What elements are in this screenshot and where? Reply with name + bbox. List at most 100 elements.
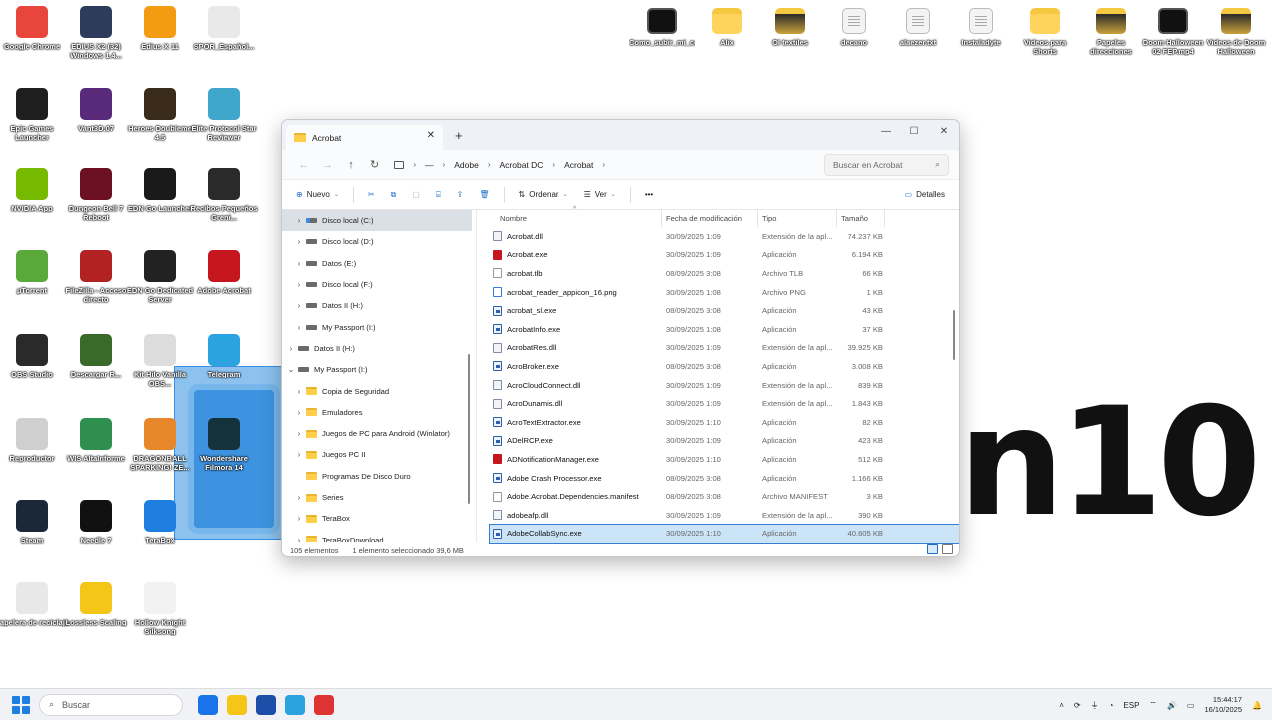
details-view-toggle[interactable] <box>927 544 938 554</box>
chevron-right-icon[interactable]: › <box>292 280 306 289</box>
chevron-right-icon[interactable]: › <box>292 514 306 523</box>
desktop-shortcut[interactable]: Recibos Pequeños Greni... <box>186 166 262 238</box>
breadcrumb-item[interactable]: Acrobat DC <box>499 160 543 170</box>
nav-item[interactable]: › Datos II (H:) <box>282 338 472 359</box>
file-row[interactable]: Acrobat.dll 30/09/2025 1:09 Extensión de l… <box>490 227 959 246</box>
file-row[interactable]: AdobeCollabSync.exe 30/09/2025 1:10 Aplica… <box>489 523 959 545</box>
taskbar-app-icon[interactable] <box>227 694 247 715</box>
chevron-right-icon[interactable]: › <box>292 237 306 246</box>
file-row[interactable]: AcrobatRes.dll 30/09/2025 1:09 Extensión d… <box>490 339 959 358</box>
chevron-right-icon[interactable]: › <box>292 450 306 459</box>
nav-item[interactable]: › Datos (E:) <box>282 253 472 274</box>
nav-item[interactable]: › Juegos PC II <box>282 444 472 465</box>
tiles-view-toggle[interactable] <box>942 544 953 554</box>
taskbar-app-icon[interactable] <box>285 694 305 715</box>
file-row[interactable]: AcroDunamis.dll 30/09/2025 1:09 Extensión … <box>490 394 959 413</box>
desktop-shortcut[interactable]: Doom Halloween 02 FEP.mp4 <box>1140 4 1206 76</box>
desktop-shortcut[interactable]: Como_subir_mi_contenido_sin_cobr <box>629 4 695 76</box>
desktop-shortcut[interactable]: Hollow Knight Silksong <box>122 580 198 652</box>
chevron-right-icon[interactable]: › <box>292 408 306 417</box>
file-row[interactable]: ADelRCP.exe 30/09/2025 1:09 Aplicación 423 … <box>490 432 959 451</box>
file-row[interactable]: Acrobat.exe 30/09/2025 1:09 Aplicación 6.19… <box>490 246 959 265</box>
desktop-shortcut[interactable]: Videos de Doom Halloween <box>1203 4 1269 76</box>
details-button[interactable]: ▭ Detalles <box>899 184 951 206</box>
file-row[interactable]: AcrobatInfo.exe 30/09/2025 1:08 Aplicación… <box>490 320 959 339</box>
taskbar-app-icon[interactable] <box>256 694 276 715</box>
nav-item[interactable]: › TeraBoxDownload <box>282 529 472 542</box>
taskbar-search-input[interactable]: ⌕ Buscar <box>39 693 183 716</box>
chevron-down-icon[interactable]: ⌄ <box>284 365 298 374</box>
desktop-shortcut[interactable]: Videos para Shorts <box>1012 4 1078 76</box>
nav-item[interactable]: › Datos II (H:) <box>282 295 472 316</box>
desktop-shortcut[interactable]: Elite Protocol Star Reviewer <box>186 86 262 158</box>
file-row[interactable]: acrobat.tlb 08/09/2025 3:08 Archivo TLB 66 … <box>490 264 959 283</box>
desktop-shortcut[interactable]: Instaladyte <box>948 4 1014 76</box>
nav-item[interactable]: ⌄ My Passport (I:) <box>282 359 472 380</box>
refresh-button[interactable]: ↻ <box>363 158 387 171</box>
file-row[interactable]: Adobe Crash Processor.exe 08/09/2025 3:08… <box>490 469 959 488</box>
list-scrollbar[interactable] <box>953 310 955 360</box>
paste-button[interactable]: ▢ <box>406 184 426 206</box>
breadcrumb-item[interactable]: Acrobat <box>564 160 593 170</box>
tab-close-icon[interactable]: ✕ <box>427 130 435 141</box>
desktop-shortcut[interactable]: Telegram <box>186 332 262 404</box>
sync-icon[interactable]: ⟳ <box>1074 701 1081 710</box>
cut-button[interactable]: ✂ <box>362 184 381 206</box>
search-input[interactable]: Buscar en Acrobat ⌕ <box>824 153 949 176</box>
maximize-button[interactable]: ☐ <box>907 126 921 137</box>
desktop-shortcut[interactable]: decano <box>821 4 887 76</box>
nav-item[interactable]: › Disco local (C:) <box>282 210 472 232</box>
file-row[interactable]: Adobe.Acrobat.Dependencies.manifest 08/09… <box>490 487 959 506</box>
forward-button[interactable]: → <box>316 159 340 171</box>
desktop-shortcut[interactable]: OI textiles <box>757 4 823 76</box>
ellipsis-icon[interactable]: — <box>425 160 434 170</box>
nav-item[interactable]: Programas De Disco Duro <box>282 466 472 487</box>
usb-icon[interactable]: ⏚ <box>1091 700 1099 711</box>
chevron-right-icon[interactable]: › <box>292 429 306 438</box>
new-tab-button[interactable]: + <box>455 128 463 143</box>
column-type[interactable]: Tipo <box>758 210 837 227</box>
close-button[interactable]: ✕ <box>937 126 951 137</box>
chevron-right-icon[interactable]: › <box>284 344 298 353</box>
nav-item[interactable]: › Juegos de PC para Android (Winlator) <box>282 423 472 444</box>
desktop-shortcut[interactable]: TeraBox <box>122 498 198 570</box>
back-button[interactable]: ← <box>292 159 316 171</box>
desktop-shortcut[interactable]: Wondershare Filmora 14 <box>186 416 262 488</box>
file-row[interactable]: AcroBroker.exe 08/09/2025 3:08 Aplicación 3… <box>490 357 959 376</box>
file-row[interactable]: AcroTextExtractor.exe 30/09/2025 1:10 Apli… <box>490 413 959 432</box>
desktop-shortcut[interactable]: Alix <box>694 4 760 76</box>
nav-item[interactable]: › Series <box>282 487 472 508</box>
nav-item[interactable]: › Disco local (F:) <box>282 274 472 295</box>
volume-icon[interactable]: 🔊 <box>1167 701 1177 710</box>
more-options-button[interactable]: ••• <box>639 184 659 206</box>
nav-scrollbar[interactable] <box>468 354 470 504</box>
chevron-right-icon[interactable]: › <box>292 387 306 396</box>
chevron-right-icon[interactable]: › <box>292 323 306 332</box>
language-indicator[interactable]: ESP <box>1123 701 1139 710</box>
copy-button[interactable]: ⧉ <box>385 184 403 206</box>
minimize-button[interactable]: — <box>879 126 893 137</box>
chevron-right-icon[interactable]: › <box>292 301 306 310</box>
nav-item[interactable]: › Disco local (D:) <box>282 231 472 252</box>
up-button[interactable]: ↑ <box>339 159 363 171</box>
nav-item[interactable]: › Emuladores <box>282 402 472 423</box>
breadcrumb[interactable]: › — › Adobe › Acrobat DC › Acrobat › <box>394 154 676 176</box>
wifi-icon[interactable]: ⌔ <box>1149 700 1157 710</box>
desktop-shortcut[interactable]: SPOR_Español... <box>186 4 262 76</box>
nav-item[interactable]: › Copia de Seguridad <box>282 380 472 401</box>
chevron-right-icon[interactable]: › <box>292 216 306 225</box>
chevron-right-icon[interactable]: › <box>292 259 306 268</box>
tab-acrobat[interactable]: Acrobat ✕ <box>286 125 443 150</box>
file-row[interactable]: AcroCloudConnect.dll 30/09/2025 1:09 Exten… <box>490 376 959 395</box>
new-button[interactable]: ⊕ Nuevo ⌄ <box>290 184 345 206</box>
column-size[interactable]: Tamaño <box>837 210 885 227</box>
sort-button[interactable]: ⇅ Ordenar ⌄ <box>513 184 574 206</box>
view-button[interactable]: ☰ Ver ⌄ <box>578 184 622 206</box>
desktop-shortcut[interactable]: alaezer.txt <box>885 4 951 76</box>
column-date[interactable]: Fecha de modificación <box>662 210 758 227</box>
speaker-status-icon[interactable]: ◔ <box>1109 701 1114 710</box>
battery-icon[interactable]: ▭ <box>1187 701 1195 710</box>
file-row[interactable]: ADNotificationManager.exe 30/09/2025 1:10… <box>490 450 959 469</box>
file-row[interactable]: adobeafp.dll 30/09/2025 1:09 Extensión de … <box>490 506 959 525</box>
clock[interactable]: 15:44:17 16/10/2025 <box>1204 695 1242 715</box>
